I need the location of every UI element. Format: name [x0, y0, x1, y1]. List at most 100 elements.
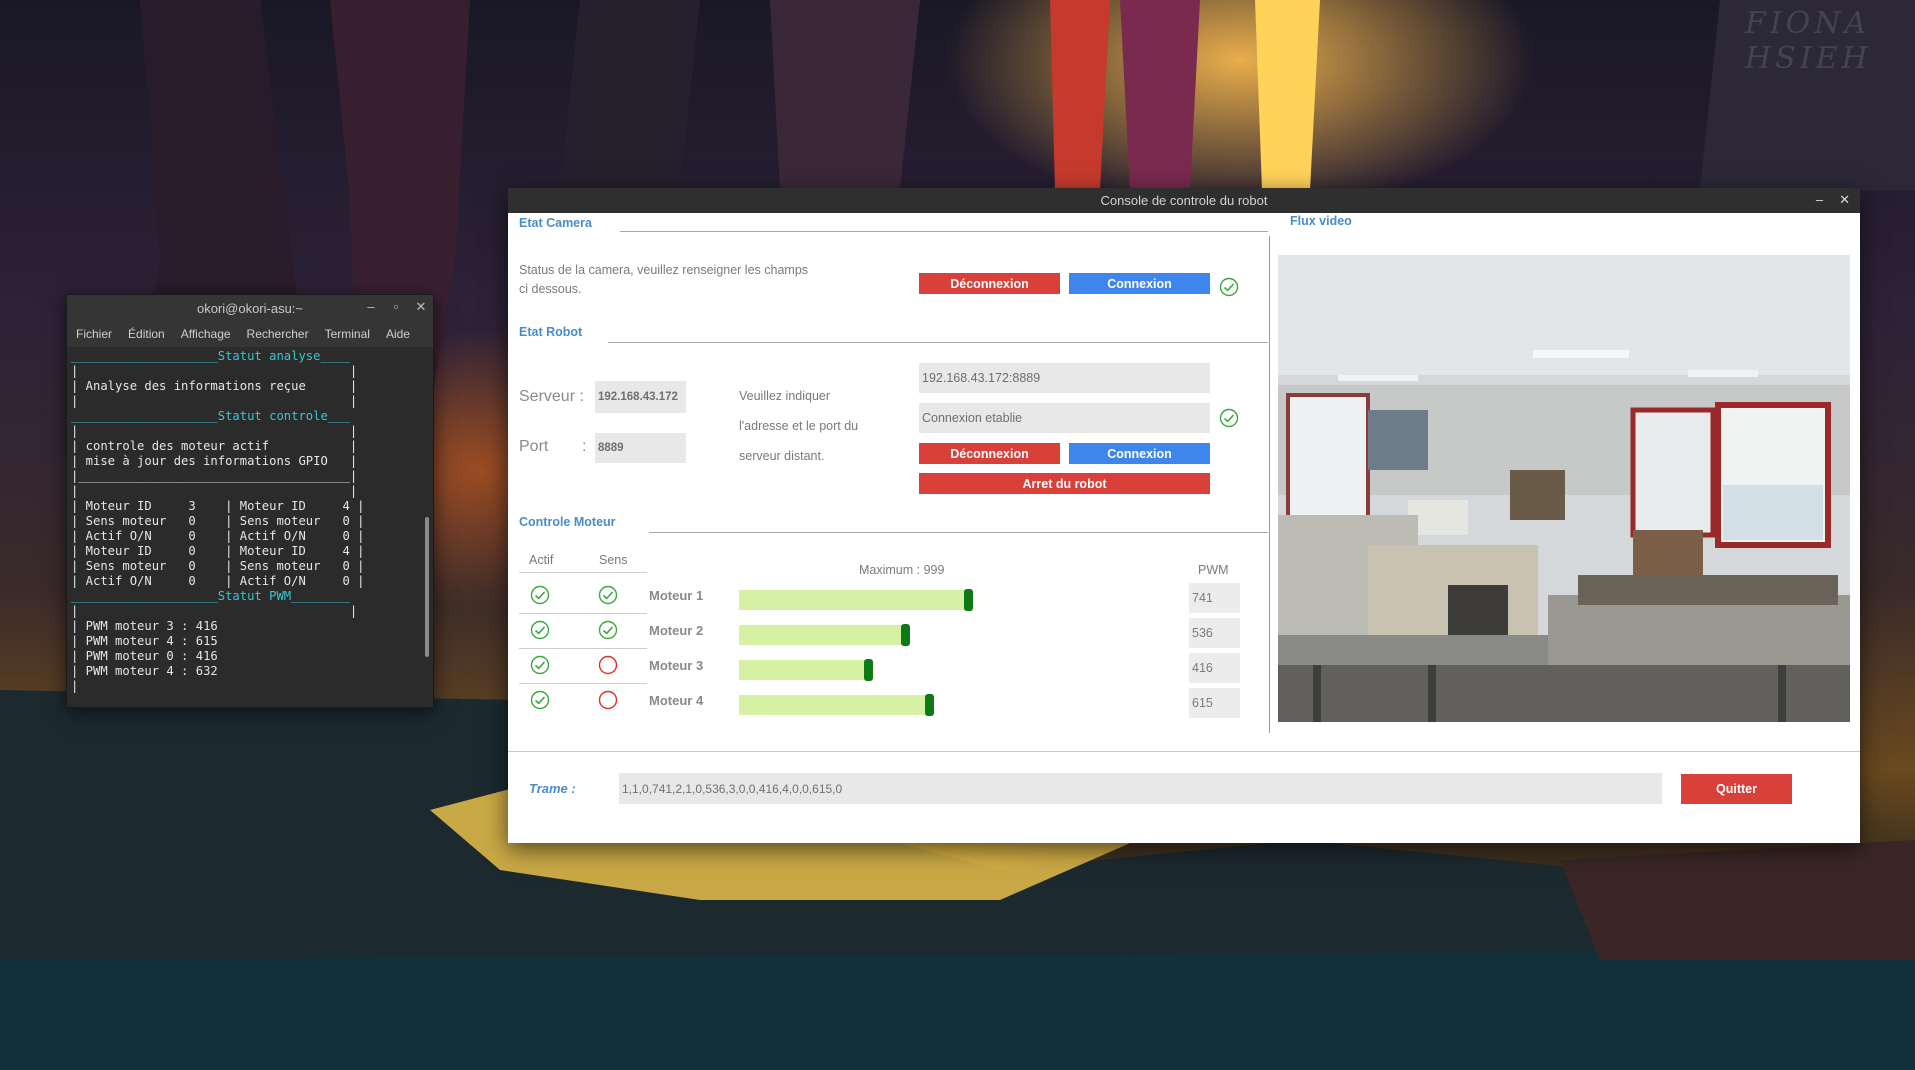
robot-hint-line2: l'adresse et le port du: [739, 419, 859, 433]
terminal-line: | PWM moteur 0 : 416: [71, 649, 218, 663]
minimize-icon[interactable]: –: [1816, 192, 1823, 208]
terminal-line: | |: [71, 364, 358, 378]
trame-label: Trame :: [529, 781, 576, 796]
robot-status-check-icon: [1219, 408, 1239, 428]
terminal-line: | Actif O/N 0 | Actif O/N 0 |: [71, 574, 365, 588]
pwm-slider-track[interactable]: [739, 660, 868, 680]
camera-divider: [620, 231, 1268, 232]
sens-check-icon[interactable]: [598, 620, 618, 640]
terminal-output[interactable]: ____________________Statut analyse____ | …: [67, 347, 433, 707]
camera-connect-button[interactable]: Connexion: [1069, 273, 1210, 294]
terminal-line: | controle des moteur actif |: [71, 439, 358, 453]
pwm-slider-thumb[interactable]: [901, 624, 910, 646]
sens-off-icon[interactable]: [598, 690, 618, 710]
camera-disconnect-button[interactable]: Déconnexion: [919, 273, 1060, 294]
terminal-line: | Sens moteur 0 | Sens moteur 0 |: [71, 514, 365, 528]
terminal-menubar: Fichier Édition Affichage Rechercher Ter…: [67, 321, 433, 347]
motor-row-separator: [519, 613, 647, 614]
motor-name-label: Moteur 3: [649, 658, 704, 673]
motor-name-label: Moteur 4: [649, 693, 704, 708]
sens-off-icon[interactable]: [598, 655, 618, 675]
terminal-titlebar[interactable]: okori@okori-asu:~ – ▫ ✕: [67, 295, 433, 321]
terminal-line: |: [71, 679, 79, 693]
motor-row-separator: [519, 683, 647, 684]
motor-name-label: Moteur 2: [649, 623, 704, 638]
terminal-line: | Analyse des informations reçue |: [71, 379, 358, 393]
maximize-icon[interactable]: ▫: [390, 299, 402, 315]
motor-section-title: Controle Moteur: [519, 515, 616, 529]
trame-field[interactable]: 1,1,0,741,2,1,0,536,3,0,0,416,4,0,0,615,…: [619, 773, 1662, 804]
actif-check-icon[interactable]: [530, 620, 550, 640]
port-field[interactable]: 8889: [595, 433, 686, 463]
pwm-slider-track[interactable]: [739, 625, 905, 645]
port-colon: :: [582, 438, 587, 455]
terminal-line: | PWM moteur 4 : 615: [71, 634, 218, 648]
pwm-value-field[interactable]: 615: [1189, 688, 1240, 718]
motor-row-separator: [519, 648, 647, 649]
video-section-title: Flux video: [1290, 214, 1352, 228]
actif-check-icon[interactable]: [530, 690, 550, 710]
terminal-window[interactable]: okori@okori-asu:~ – ▫ ✕ Fichier Édition …: [66, 294, 434, 708]
robot-hint-line3: serveur distant.: [739, 449, 825, 463]
terminal-line: | |: [71, 394, 358, 408]
motor-name-label: Moteur 1: [649, 588, 704, 603]
menu-terminal[interactable]: Terminal: [325, 327, 370, 341]
maximum-label: Maximum : 999: [859, 563, 945, 577]
terminal-scrollbar[interactable]: [425, 517, 429, 657]
sens-column-header: Sens: [599, 553, 628, 567]
minimize-icon[interactable]: –: [365, 299, 377, 315]
menu-fichier[interactable]: Fichier: [76, 327, 112, 341]
terminal-line: ____________________Statut analyse____: [71, 349, 350, 363]
terminal-title: okori@okori-asu:~: [196, 300, 304, 316]
pwm-slider-track[interactable]: [739, 695, 929, 715]
pwm-value-field[interactable]: 536: [1189, 618, 1240, 648]
robot-section-title: Etat Robot: [519, 325, 583, 339]
actif-column-header: Actif: [529, 553, 554, 567]
server-ip-field[interactable]: 192.168.43.172: [595, 381, 686, 413]
pwm-slider-thumb[interactable]: [964, 589, 973, 611]
panel-divider: [1269, 236, 1270, 733]
camera-status-line2: ci dessous.: [519, 282, 582, 296]
menu-rechercher[interactable]: Rechercher: [247, 327, 309, 341]
classroom-camera-image: [1278, 255, 1850, 722]
terminal-line: ____________________Statut controle___: [71, 409, 350, 423]
terminal-line: |_____________________________________|: [71, 469, 358, 483]
port-label: Port: [519, 438, 549, 455]
robot-address-field[interactable]: 192.168.43.172:8889: [919, 363, 1210, 393]
robot-divider: [608, 342, 1268, 343]
robot-hint-line1: Veuillez indiquer: [739, 389, 831, 403]
robot-connection-status-field[interactable]: Connexion etablie: [919, 403, 1210, 433]
menu-aide[interactable]: Aide: [386, 327, 410, 341]
bottom-divider: [508, 751, 1860, 752]
pwm-slider-track[interactable]: [739, 590, 968, 610]
terminal-line: | Actif O/N 0 | Actif O/N 0 |: [71, 529, 365, 543]
pwm-slider-thumb[interactable]: [864, 659, 873, 681]
sens-check-icon[interactable]: [598, 585, 618, 605]
robot-stop-button[interactable]: Arret du robot: [919, 473, 1210, 494]
menu-affichage[interactable]: Affichage: [181, 327, 231, 341]
motor-divider: [649, 532, 1268, 533]
actif-check-icon[interactable]: [530, 585, 550, 605]
menu-edition[interactable]: Édition: [128, 327, 165, 341]
pwm-value-field[interactable]: 741: [1189, 583, 1240, 613]
actif-check-icon[interactable]: [530, 655, 550, 675]
pwm-column-header: PWM: [1198, 563, 1229, 577]
pwm-slider-thumb[interactable]: [925, 694, 934, 716]
camera-status-check-icon: [1219, 277, 1239, 297]
camera-status-line1: Status de la camera, veuillez renseigner…: [519, 263, 809, 277]
terminal-line: | Sens moteur 0 | Sens moteur 0 |: [71, 559, 365, 573]
terminal-line: ____________________Statut PWM________: [71, 589, 350, 603]
quit-button[interactable]: Quitter: [1681, 774, 1792, 804]
wallpaper-signature: FIONA HSIEH: [1745, 6, 1872, 76]
server-label: Serveur :: [519, 388, 584, 405]
robot-disconnect-button[interactable]: Déconnexion: [919, 443, 1060, 464]
close-icon[interactable]: ✕: [1839, 192, 1850, 208]
app-window[interactable]: Console de controle du robot – ✕ Etat Ca…: [508, 188, 1860, 843]
terminal-line: | PWM moteur 3 : 416: [71, 619, 218, 633]
close-icon[interactable]: ✕: [415, 299, 427, 315]
video-feed: [1278, 255, 1850, 722]
pwm-value-field[interactable]: 416: [1189, 653, 1240, 683]
app-titlebar[interactable]: Console de controle du robot – ✕: [508, 188, 1860, 213]
app-title: Console de controle du robot: [1100, 193, 1268, 208]
robot-connect-button[interactable]: Connexion: [1069, 443, 1210, 464]
